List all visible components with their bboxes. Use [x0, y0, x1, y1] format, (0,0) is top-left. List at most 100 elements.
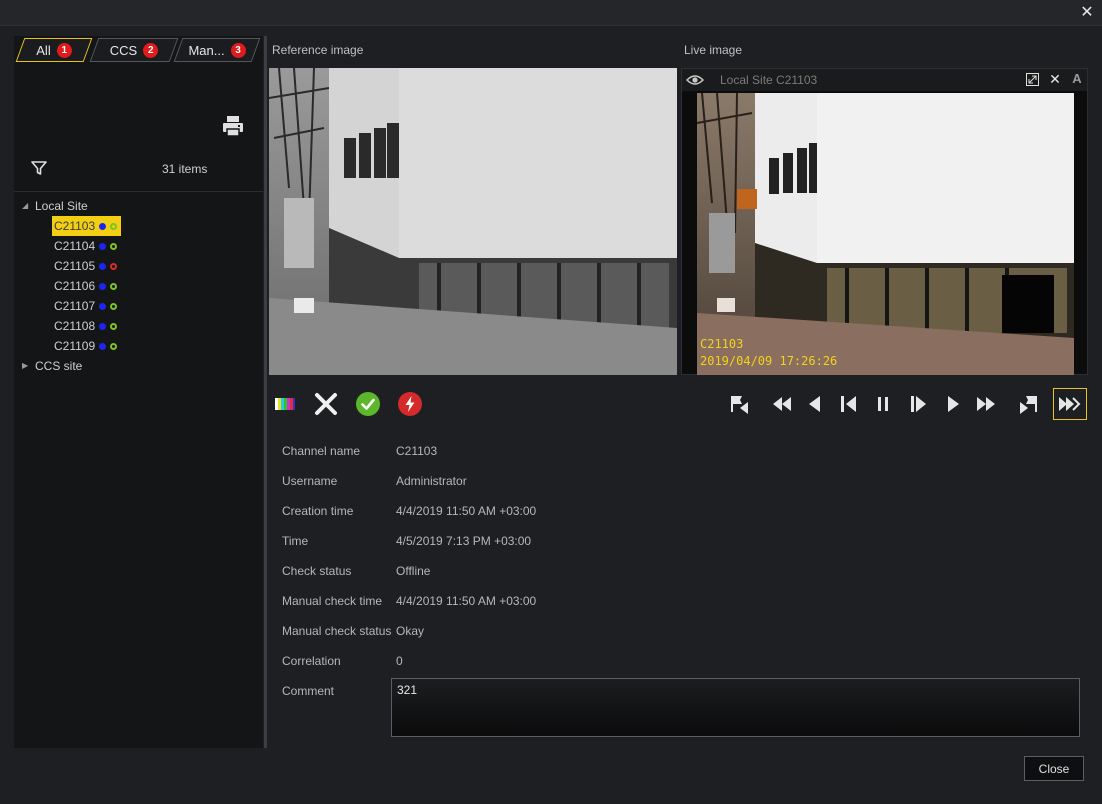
play-icon[interactable]: [941, 392, 965, 416]
tree-row: C21108: [14, 316, 263, 336]
reverse-play-icon[interactable]: [803, 392, 827, 416]
live-overlay-timestamp: 2019/04/09 17:26:26: [700, 354, 838, 368]
tab-all-label: All: [36, 42, 51, 58]
channel-label: C21105: [54, 259, 96, 273]
tree-item-c21109[interactable]: C21109: [52, 336, 121, 356]
live-forward-icon: [1059, 397, 1081, 411]
camera-status-dot-icon: [99, 222, 107, 230]
close-button[interactable]: Close: [1024, 756, 1084, 781]
tree-item-c21106[interactable]: C21106: [52, 276, 121, 296]
detail-row-channel: Channel name C21103: [282, 444, 1092, 474]
expand-arrow-icon[interactable]: ◢: [22, 196, 28, 216]
pause-icon[interactable]: [871, 392, 895, 416]
left-panel: All 1 CCS 2 Man... 3 31 items ◢ Local Si…: [14, 36, 263, 748]
tree-row: C21104: [14, 236, 263, 256]
detail-label: Time: [282, 534, 309, 548]
collapse-arrow-icon[interactable]: ▶: [22, 356, 28, 376]
comment-field[interactable]: 321: [391, 678, 1080, 737]
reference-image-label: Reference image: [272, 43, 364, 57]
tab-all[interactable]: All 1: [15, 38, 93, 62]
tab-ccs-label: CCS: [109, 42, 138, 58]
channel-label: C21109: [54, 339, 96, 353]
title-bar: ✕: [0, 0, 1102, 26]
tree-row: C21107: [14, 296, 263, 316]
detail-label: Channel name: [282, 444, 361, 458]
tree-item-c21103[interactable]: C21103: [52, 216, 122, 236]
check-status-icon: [110, 342, 118, 350]
site-label: CCS site: [35, 359, 83, 373]
step-forward-icon[interactable]: [906, 392, 930, 416]
tree-row: C21109: [14, 336, 263, 356]
live-image: [697, 93, 1074, 375]
tree-item-c21108[interactable]: C21108: [52, 316, 121, 336]
tab-all-badge: 1: [56, 42, 72, 58]
fast-rewind-icon[interactable]: [770, 392, 794, 416]
close-live-icon[interactable]: ✕: [1048, 71, 1062, 87]
check-status-icon: [110, 302, 118, 310]
detail-row-manual-check-status: Manual check status Okay: [282, 624, 1092, 654]
check-status-icon: [110, 222, 118, 230]
site-label: Local Site: [35, 199, 88, 213]
camera-status-dot-icon: [99, 322, 107, 330]
step-back-icon[interactable]: [837, 392, 861, 416]
detail-label: Manual check time: [282, 594, 383, 608]
panel-splitter[interactable]: [264, 36, 267, 748]
camera-status-dot-icon: [99, 242, 107, 250]
detail-value: Administrator: [396, 474, 467, 488]
detail-row-check-status: Check status Offline: [282, 564, 1092, 594]
tree-item-c21104[interactable]: C21104: [52, 236, 121, 256]
go-to-end-icon[interactable]: [1016, 392, 1040, 416]
detail-row-manual-check-time: Manual check time 4/4/2019 11:50 AM +03:…: [282, 594, 1092, 624]
tree-row: C21105: [14, 256, 263, 276]
text-overlay-icon[interactable]: A: [1070, 71, 1084, 87]
camera-status-dot-icon: [99, 302, 107, 310]
details-panel: Channel name C21103 Username Administrat…: [282, 444, 1092, 714]
live-header: Local Site C21103 ✕ A: [682, 69, 1087, 91]
channel-tree: ◢ Local Site C21103 C21104 C21105 C21106…: [14, 196, 263, 376]
expand-icon[interactable]: [1026, 73, 1039, 86]
detail-label: Check status: [282, 564, 352, 578]
color-bars-icon[interactable]: [273, 392, 297, 416]
live-overlay-camera: C21103: [700, 337, 744, 351]
camera-status-dot-icon: [99, 282, 107, 290]
detail-value: Okay: [396, 624, 425, 638]
reject-icon[interactable]: [314, 392, 338, 416]
detail-value: Offline: [396, 564, 431, 578]
tab-ccs[interactable]: CCS 2: [89, 38, 179, 62]
detail-label: Creation time: [282, 504, 354, 518]
check-status-icon: [110, 242, 118, 250]
reference-image: [269, 68, 677, 375]
detail-value: C21103: [396, 444, 438, 458]
detail-row-time: Time 4/5/2019 7:13 PM +03:00: [282, 534, 1092, 564]
divider: [14, 191, 263, 192]
fast-forward-icon[interactable]: [974, 392, 998, 416]
live-image-label: Live image: [684, 43, 743, 57]
tab-manual[interactable]: Man... 3: [173, 38, 261, 62]
detail-value: 4/4/2019 11:50 AM +03:00: [396, 594, 537, 608]
tree-item-c21105[interactable]: C21105: [52, 256, 121, 276]
detail-label: Manual check status: [282, 624, 392, 638]
channel-label: C21104: [54, 239, 96, 253]
filter-icon[interactable]: [31, 160, 47, 176]
detail-value: 0: [396, 654, 403, 668]
live-playback-button[interactable]: [1053, 388, 1087, 420]
detail-row-creation-time: Creation time 4/4/2019 11:50 AM +03:00: [282, 504, 1092, 534]
channel-label: C21108: [54, 319, 96, 333]
print-icon[interactable]: [221, 114, 245, 138]
alarm-icon[interactable]: [398, 392, 422, 416]
tree-site-ccs[interactable]: ▶ CCS site: [14, 356, 263, 376]
go-to-start-icon[interactable]: [728, 392, 752, 416]
window-close-icon[interactable]: ✕: [1078, 4, 1096, 22]
live-camera-title: Local Site C21103: [720, 73, 818, 87]
detail-row-username: Username Administrator: [282, 474, 1092, 504]
tree-item-c21107[interactable]: C21107: [52, 296, 121, 316]
eye-icon[interactable]: [686, 73, 704, 87]
tree-site-local[interactable]: ◢ Local Site: [14, 196, 263, 216]
check-status-icon: [110, 262, 118, 270]
check-status-icon: [110, 322, 118, 330]
channel-label: C21106: [54, 279, 96, 293]
channel-label: C21103: [54, 219, 96, 233]
detail-label: Username: [282, 474, 338, 488]
approve-icon[interactable]: [356, 392, 380, 416]
check-status-icon: [110, 282, 118, 290]
